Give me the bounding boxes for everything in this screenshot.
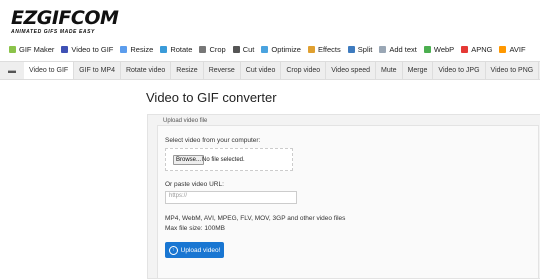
url-label: Or paste video URL: xyxy=(165,181,224,188)
url-input[interactable]: https:// xyxy=(165,191,297,204)
nav-avif[interactable]: AVIF xyxy=(499,45,526,54)
nav-label: Effects xyxy=(317,45,341,54)
nav-crop[interactable]: Crop xyxy=(199,45,226,54)
max-file-size: Max file size: 100MB xyxy=(165,225,225,232)
nav-resize[interactable]: Resize xyxy=(120,45,153,54)
video-to-gif-icon xyxy=(61,46,69,53)
upload-icon: ↑ xyxy=(168,245,178,255)
select-file-label: Select video from your computer: xyxy=(165,137,261,144)
upload-button-label: Upload video! xyxy=(180,246,221,254)
webp-icon xyxy=(423,46,431,53)
nav-apng[interactable]: APNG xyxy=(461,45,492,54)
tab-video-to-png[interactable]: Video to PNG xyxy=(486,62,540,79)
avif-icon xyxy=(499,46,507,53)
site-logo[interactable]: EZGIFCOM ANIMATED GIFS MADE EASY xyxy=(11,7,119,36)
browse-button[interactable]: Browse... xyxy=(173,155,205,165)
supported-formats: MP4, WebM, AVI, MPEG, FLV, MOV, 3GP and … xyxy=(165,215,346,222)
nav-cut[interactable]: Cut xyxy=(232,45,255,54)
tab-reverse[interactable]: Reverse xyxy=(204,62,241,79)
gif-maker-icon xyxy=(9,46,16,53)
video-subnavigation: ▬ Video to GIF GIF to MP4 Rotate video Resi… xyxy=(0,61,540,80)
nav-gif-maker[interactable]: GIF Maker xyxy=(9,45,54,54)
nav-label: Crop xyxy=(209,45,226,54)
nav-webp[interactable]: WebP xyxy=(423,45,455,54)
effects-icon xyxy=(307,46,315,53)
logo-tagline: ANIMATED GIFS MADE EASY xyxy=(11,29,95,35)
tab-video-to-jpg[interactable]: Video to JPG xyxy=(433,62,486,79)
nav-add-text[interactable]: Add text xyxy=(379,45,417,54)
top-navigation: GIF Maker Video to GIF Resize Rotate Crop Cut… xyxy=(9,45,533,54)
cut-icon xyxy=(232,46,240,53)
nav-effects[interactable]: Effects xyxy=(307,45,341,54)
apng-icon xyxy=(461,46,469,53)
nav-split[interactable]: Split xyxy=(347,45,373,54)
file-status: No file selected. xyxy=(202,156,245,163)
upload-fieldset: Upload video file Select video from your… xyxy=(147,114,540,279)
nav-label: Cut xyxy=(242,45,255,54)
tab-video-speed[interactable]: Video speed xyxy=(326,62,376,79)
nav-label: AVIF xyxy=(509,45,526,54)
video-camera-icon: ▬ xyxy=(8,66,16,75)
nav-label: Resize xyxy=(130,45,154,54)
nav-optimize[interactable]: Optimize xyxy=(261,45,301,54)
upload-video-button[interactable]: ↑ Upload video! xyxy=(165,242,224,258)
tab-rotate-video[interactable]: Rotate video xyxy=(121,62,172,79)
nav-label: GIF Maker xyxy=(19,45,55,54)
nav-rotate[interactable]: Rotate xyxy=(160,45,192,54)
file-drop-area[interactable]: Browse... No file selected. xyxy=(165,148,293,171)
resize-icon xyxy=(120,46,128,53)
tab-mute[interactable]: Mute xyxy=(376,62,403,79)
tab-merge[interactable]: Merge xyxy=(403,62,434,79)
nav-label: Video to GIF xyxy=(71,45,114,54)
optimize-icon xyxy=(261,46,269,53)
nav-label: Rotate xyxy=(170,45,193,54)
tab-cut-video[interactable]: Cut video xyxy=(241,62,282,79)
fieldset-legend: Upload video file xyxy=(163,118,208,124)
split-icon xyxy=(347,46,355,53)
rotate-icon xyxy=(160,46,168,53)
nav-label: WebP xyxy=(433,45,455,54)
nav-label: Optimize xyxy=(271,45,301,54)
tab-resize[interactable]: Resize xyxy=(171,62,204,79)
tab-gif-to-mp4[interactable]: GIF to MP4 xyxy=(74,62,121,79)
tab-video-to-gif[interactable]: Video to GIF xyxy=(24,62,75,79)
nav-label: Split xyxy=(357,45,373,54)
tab-crop-video[interactable]: Crop video xyxy=(281,62,327,79)
nav-label: APNG xyxy=(471,45,493,54)
nav-video-to-gif[interactable]: Video to GIF xyxy=(61,45,113,54)
crop-icon xyxy=(199,46,207,53)
upload-form: Select video from your computer: Browse.… xyxy=(157,125,539,279)
add-text-icon xyxy=(379,46,387,53)
logo-text: EZGIFCOM xyxy=(11,7,119,29)
nav-label: Add text xyxy=(389,45,417,54)
page-title: Video to GIF converter xyxy=(146,90,277,105)
